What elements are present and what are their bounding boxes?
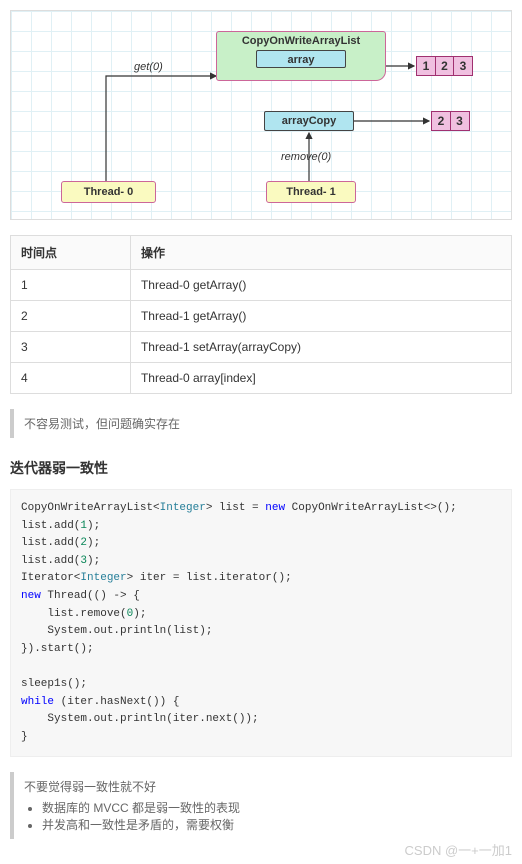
cell: 2	[435, 56, 455, 76]
table-row: 2Thread-1 getArray()	[11, 301, 512, 332]
array-field: array	[256, 50, 346, 68]
table-row: 4Thread-0 array[index]	[11, 363, 512, 394]
watermark: CSDN @一+一加1	[405, 840, 512, 859]
arraycopy-node: arrayCopy	[264, 111, 354, 131]
table-row: 3Thread-1 setArray(arrayCopy)	[11, 332, 512, 363]
code-block: CopyOnWriteArrayList<Integer> list = new…	[10, 489, 512, 757]
quote2-bullet: 并发高和一致性是矛盾的，需要权衡	[42, 816, 502, 833]
section-title: 迭代器弱一致性	[10, 458, 512, 478]
thread0-node: Thread- 0	[61, 181, 156, 203]
th-op: 操作	[130, 236, 511, 270]
remove-label: remove(0)	[281, 151, 331, 163]
cells-top: 1 2 3	[416, 56, 472, 76]
quote-2: 不要觉得弱一致性就不好 数据库的 MVCC 都是弱一致性的表现 并发高和一致性是…	[10, 772, 512, 839]
cowlist-node: CopyOnWriteArrayList array	[216, 31, 386, 81]
diagram-grid: CopyOnWriteArrayList array 1 2 3 arrayCo…	[10, 10, 512, 220]
cell: 2	[431, 111, 451, 131]
get-label: get(0)	[134, 61, 163, 73]
cell: 1	[416, 56, 436, 76]
cowlist-title: CopyOnWriteArrayList	[217, 32, 385, 47]
timeline-table: 时间点 操作 1Thread-0 getArray() 2Thread-1 ge…	[10, 235, 512, 394]
quote2-bullet: 数据库的 MVCC 都是弱一致性的表现	[42, 799, 502, 816]
quote-1: 不容易测试，但问题确实存在	[10, 409, 512, 438]
cells-bottom: 2 3	[431, 111, 468, 131]
th-timepoint: 时间点	[11, 236, 131, 270]
thread1-node: Thread- 1	[266, 181, 356, 203]
table-row: 1Thread-0 getArray()	[11, 270, 512, 301]
cell: 3	[450, 111, 470, 131]
cell: 3	[453, 56, 473, 76]
quote2-head: 不要觉得弱一致性就不好	[24, 778, 502, 795]
